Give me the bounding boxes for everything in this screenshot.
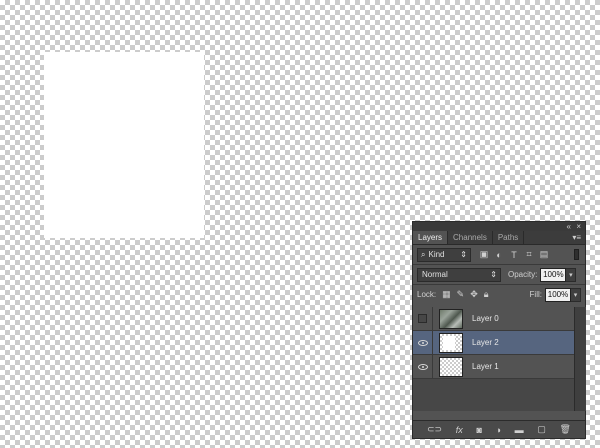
opacity-input[interactable]: 100% [540,267,567,282]
fill-label: Fill: [529,290,542,299]
panel-bottom-toolbar: ⊂⊃ fx ◙ ◑ ▬ ▢ 🗑︎ [413,420,585,438]
visibility-toggle[interactable] [413,330,433,355]
type-filter-icon[interactable]: T [509,250,519,260]
blend-row: Normal ⇕ Opacity: 100% ▾ [413,265,585,284]
layers-panel: « × Layers Channels Paths ▾≡ ⌕ Kind ⇕ ▣ … [412,221,586,439]
image-filter-icon[interactable]: ▣ [479,249,489,260]
blend-mode-select[interactable]: Normal ⇕ [417,267,501,282]
visibility-toggle[interactable] [413,306,433,331]
layer-mask-icon[interactable]: ◙ [476,425,481,435]
blend-mode-value: Normal [422,270,448,279]
tab-paths[interactable]: Paths [493,231,525,244]
kind-filter-select[interactable]: ⌕ Kind ⇕ [417,247,471,262]
layer-row-layer-1[interactable]: Layer 1 [413,354,574,379]
hidden-visibility-icon [418,314,427,323]
layer-name: Layer 0 [472,314,499,323]
tab-layers[interactable]: Layers [413,231,449,244]
visibility-toggle[interactable] [413,354,433,379]
panel-title-bar: « × [413,222,585,231]
lock-row: Lock: ▦ ✎ ✥ 🔒︎ Fill: 100% ▾ [413,285,585,304]
layer-list-scrollbar[interactable] [574,307,586,411]
search-icon: ⌕ [421,249,426,259]
adjustment-filter-icon[interactable]: ◐ [494,250,504,260]
double-chevron-icon[interactable]: « [567,222,571,231]
tab-channels[interactable]: Channels [448,231,493,244]
trash-icon[interactable]: 🗑︎ [560,424,571,435]
chevron-down-icon: ⇕ [460,250,467,259]
layer-name: Layer 1 [472,362,499,371]
layer-row-layer-0[interactable]: Layer 0 [413,306,574,331]
smart-object-filter-icon[interactable]: ▤ [539,249,549,260]
new-group-icon[interactable]: ▬ [515,425,524,435]
lock-label: Lock: [417,290,437,299]
layer-thumbnail [439,356,463,377]
adjustment-layer-icon[interactable]: ◑ [496,425,501,435]
eye-icon [417,339,428,346]
canvas-white-area [44,52,204,238]
fill-dropdown-icon[interactable]: ▾ [571,287,581,302]
layer-row-layer-2[interactable]: Layer 2 [413,330,574,355]
panel-menu-icon[interactable]: ▾≡ [572,233,581,242]
fill-input[interactable]: 100% [545,287,571,302]
layer-name: Layer 2 [472,338,499,347]
filter-toggle-switch[interactable] [574,249,579,260]
opacity-dropdown-icon[interactable]: ▾ [566,267,577,282]
eye-icon [417,363,428,370]
close-icon[interactable]: × [576,222,581,231]
chevron-updown-icon: ⇕ [490,269,497,279]
layer-thumbnail [439,332,463,353]
opacity-label: Opacity: [508,270,538,279]
lock-transparent-icon[interactable]: ▦ [442,289,451,300]
lock-move-icon[interactable]: ✥ [470,289,478,300]
panel-tabs: Layers Channels Paths ▾≡ [413,231,585,245]
new-layer-icon[interactable]: ▢ [537,424,546,435]
lock-brush-icon[interactable]: ✎ [457,289,465,300]
kind-label: Kind [428,250,445,259]
lock-all-icon[interactable]: 🔒︎ [484,289,489,300]
layer-list: Layer 0 Layer 2 Layer 1 [413,306,574,411]
filter-row: ⌕ Kind ⇕ ▣ ◐ T ⌗ ▤ [413,245,585,264]
link-layers-icon[interactable]: ⊂⊃ [427,424,442,435]
shape-filter-icon[interactable]: ⌗ [524,249,534,260]
layer-thumbnail [439,308,463,329]
fx-icon[interactable]: fx [456,425,463,435]
